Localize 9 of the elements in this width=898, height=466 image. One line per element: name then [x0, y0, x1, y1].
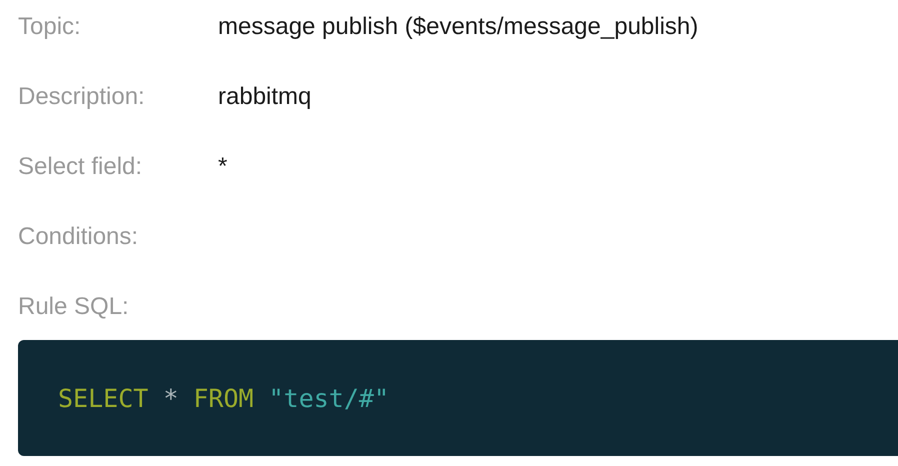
field-label: Description: — [18, 83, 146, 111]
field-label: Select field: — [18, 153, 144, 181]
field-value: message publish ($events/message_publish) — [218, 13, 698, 41]
field-value: * — [218, 153, 228, 181]
field-label: Conditions: — [18, 223, 140, 251]
field-label: Topic: — [18, 13, 82, 41]
field-label: Rule SQL: — [18, 293, 130, 321]
sql-code: SELECT * FROM "test/#" — [58, 384, 390, 412]
field-value: rabbitmq — [218, 83, 312, 111]
